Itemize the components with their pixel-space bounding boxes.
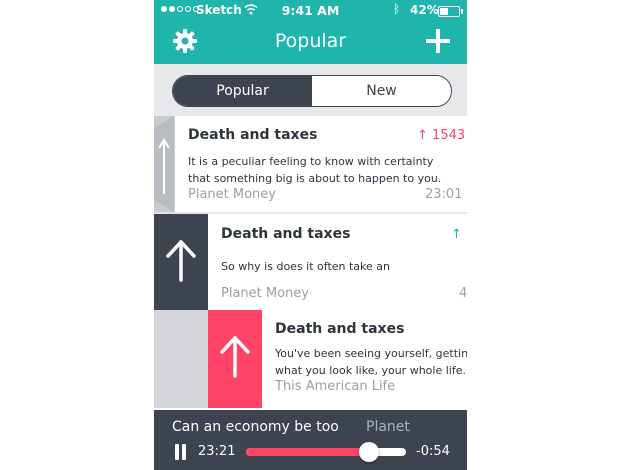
- segmented-control: Popular New: [172, 75, 452, 107]
- progress-slider[interactable]: [246, 442, 406, 462]
- top-bar: Sketch 9:41 AM ᛒ 42% Popular: [154, 0, 467, 64]
- player-source: Planet: [366, 419, 410, 435]
- story-body: It is a peculiar feeling to know with ce…: [188, 155, 442, 185]
- phone-screen: Sketch 9:41 AM ᛒ 42% Popular Popular New…: [154, 0, 467, 470]
- story-title: Death and taxes: [188, 127, 318, 143]
- story-card[interactable]: Death and taxes ↑ 1543 It is a peculiar …: [174, 116, 467, 212]
- player-title: Can an economy be too: [172, 419, 339, 435]
- up-arrow-icon: [166, 240, 196, 282]
- tab-popular[interactable]: Popular: [173, 76, 312, 106]
- progress-fill: [246, 448, 370, 456]
- tab-new[interactable]: New: [312, 76, 451, 106]
- page-title: Popular: [274, 30, 347, 52]
- story-row[interactable]: Death and taxes You've been seeing yours…: [154, 310, 467, 408]
- segment-area: Popular New: [154, 64, 467, 116]
- swipe-handle[interactable]: [154, 116, 174, 212]
- story-source: This American Life: [275, 379, 396, 394]
- story-title: Death and taxes: [275, 321, 405, 337]
- audio-player: Can an economy be too Planet 23:21 -0:54: [154, 410, 467, 470]
- story-row[interactable]: Death and taxes ↑ 1 So why is does it of…: [154, 212, 467, 312]
- story-body: So why is does it often take an: [221, 260, 391, 273]
- story-duration: 23:01: [425, 187, 463, 202]
- bluetooth-icon: ᛒ: [393, 2, 401, 16]
- story-row[interactable]: Death and taxes ↑ 1543 It is a peculiar …: [154, 116, 467, 212]
- upvote-button[interactable]: [154, 214, 208, 312]
- story-duration: 4: [459, 286, 467, 301]
- up-arrow-icon: [154, 116, 174, 212]
- slider-knob[interactable]: [359, 442, 380, 462]
- elapsed-time: 23:21: [198, 444, 236, 459]
- story-source: Planet Money: [188, 187, 276, 202]
- story-body: You've been seeing yourself, getting to …: [275, 347, 467, 377]
- up-arrow-icon: ↑: [417, 128, 428, 143]
- remaining-time: -0:54: [416, 444, 450, 459]
- story-source: Planet Money: [221, 286, 309, 301]
- status-bar: Sketch 9:41 AM ᛒ 42%: [154, 0, 467, 22]
- up-arrow-icon: [220, 336, 250, 378]
- battery-percent: 42%: [410, 3, 439, 17]
- battery-icon: [438, 6, 463, 17]
- plus-icon[interactable]: [426, 29, 450, 53]
- story-title: Death and taxes: [221, 226, 351, 242]
- row-background: [154, 310, 208, 408]
- vote-count: ↑ 1543: [417, 128, 466, 143]
- pause-icon[interactable]: [174, 444, 188, 460]
- up-arrow-icon: ↑: [451, 227, 462, 242]
- story-card[interactable]: Death and taxes You've been seeing yours…: [262, 310, 467, 408]
- vote-count: ↑ 1: [451, 227, 467, 242]
- story-card[interactable]: Death and taxes ↑ 1 So why is does it of…: [208, 214, 467, 312]
- upvote-button[interactable]: [208, 310, 262, 408]
